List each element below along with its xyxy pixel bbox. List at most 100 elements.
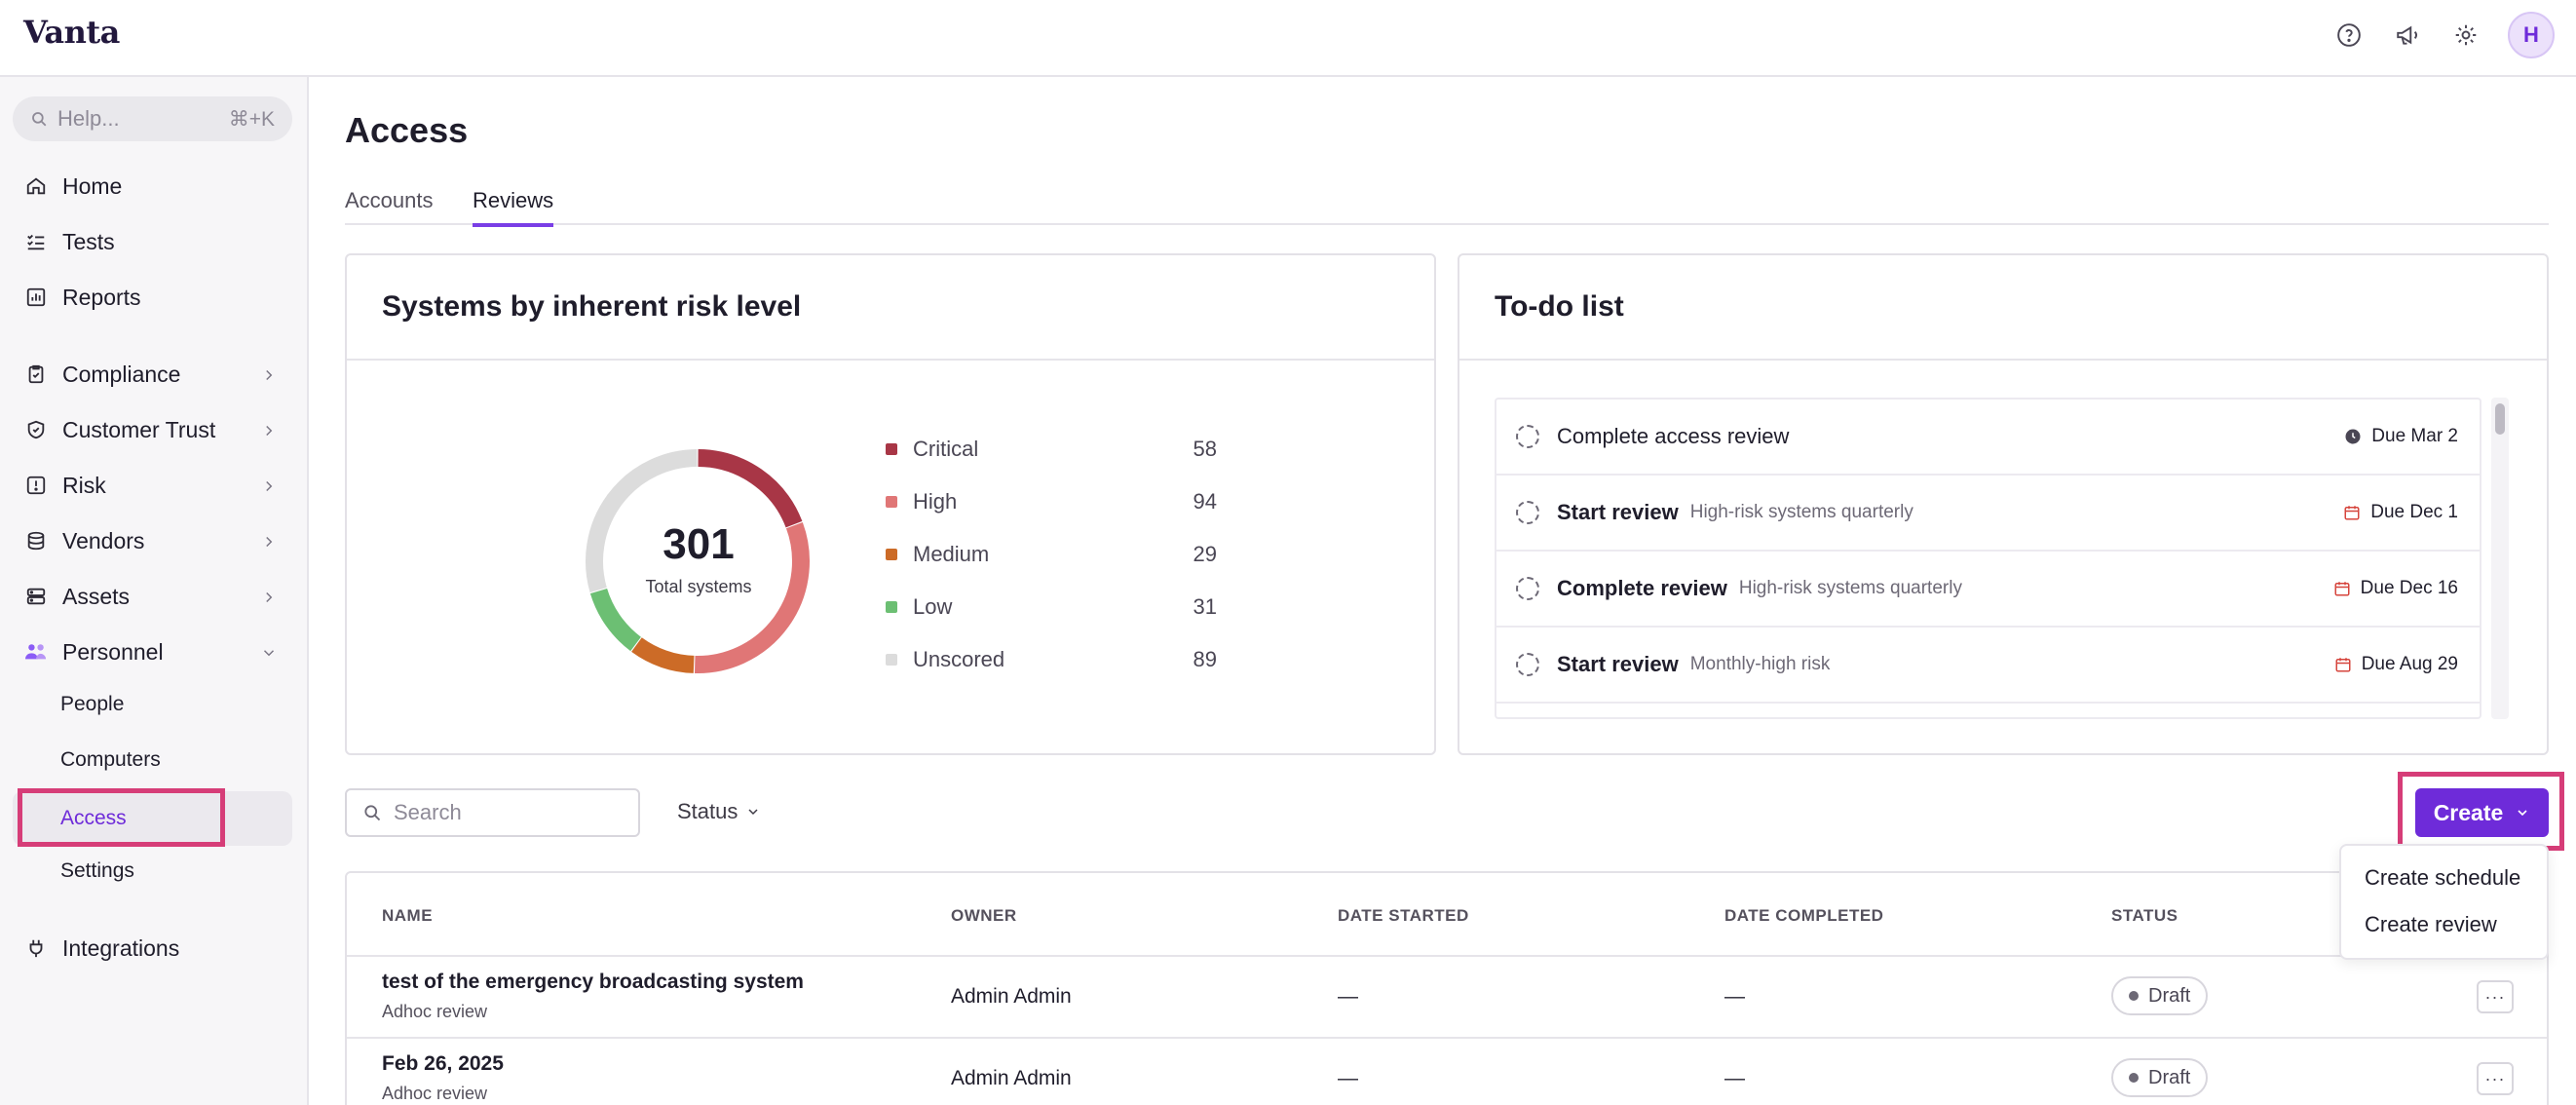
checklist-icon [23, 229, 49, 254]
review-name[interactable]: test of the emergency broadcasting syste… [382, 971, 804, 994]
chevron-down-icon [748, 809, 758, 816]
todo-title: Complete review [1557, 576, 1727, 600]
todo-item[interactable]: Start review High-risk systems quarterly… [1496, 476, 2480, 552]
sidebar-item-reports[interactable]: Reports [0, 273, 309, 322]
home-icon [23, 173, 49, 199]
chevron-right-icon [260, 363, 278, 390]
donut-slice-medium[interactable] [631, 637, 695, 673]
top-icons: H [2332, 12, 2555, 58]
todo-card-title: To-do list [1495, 290, 1624, 323]
status-badge: Draft [2111, 976, 2209, 1015]
access-highlight-box [18, 788, 225, 847]
todo-item[interactable]: Complete review High-risk systems quarte… [1496, 552, 2480, 628]
search-placeholder: Search [394, 800, 462, 824]
help-search[interactable]: Help... ⌘+K [13, 96, 292, 141]
todo-due-label: Due Dec 1 [2370, 502, 2458, 522]
todo-due-label: Due Aug 29 [2361, 654, 2458, 674]
donut-slice-critical[interactable] [698, 449, 803, 528]
help-icon[interactable] [2332, 19, 2366, 52]
sidebar-sub-people[interactable]: People [60, 683, 124, 726]
sidebar-sub-computers[interactable]: Computers [60, 739, 161, 781]
reviews-table: NAME OWNER DATE STARTED DATE COMPLETED S… [345, 871, 2549, 1105]
todo-item[interactable]: Complete access review Due Mar 2 [1496, 400, 2480, 476]
legend-value: 58 [1193, 437, 1217, 461]
donut-total: 301 [663, 520, 735, 568]
legend-swatch [886, 549, 897, 560]
todo-scrollbar[interactable] [2491, 398, 2509, 719]
chart-icon [23, 285, 49, 310]
column-header-date-started[interactable]: DATE STARTED [1338, 906, 1469, 926]
donut-slice-low[interactable] [589, 588, 642, 652]
todo-title: Start review [1557, 500, 1679, 524]
column-header-name[interactable]: NAME [382, 906, 433, 926]
sidebar-item-label: Integrations [62, 934, 180, 961]
sidebar-item-label: Assets [62, 583, 131, 609]
tab-accounts[interactable]: Accounts [345, 188, 434, 223]
chevron-right-icon [260, 530, 278, 556]
page-title: Access [345, 110, 469, 150]
legend-value: 89 [1193, 647, 1217, 671]
sidebar-item-assets[interactable]: Assets [0, 572, 309, 621]
row-more-button[interactable]: ··· [2477, 980, 2514, 1013]
sidebar: Help... ⌘+K Home Tests Reports Complianc… [0, 77, 309, 1105]
row-more-button[interactable]: ··· [2477, 1062, 2514, 1095]
sidebar-item-home[interactable]: Home [0, 162, 309, 210]
legend-label: Low [913, 594, 953, 619]
scrollbar-thumb[interactable] [2495, 403, 2505, 435]
todo-subtitle: Monthly-high risk [1689, 654, 1831, 674]
help-search-placeholder: Help... [57, 106, 120, 131]
top-bar: Vanta H [0, 0, 2576, 77]
search-input[interactable]: Search [345, 788, 640, 837]
risk-card-title: Systems by inherent risk level [382, 290, 802, 323]
shortcut-hint: ⌘+K [228, 107, 275, 131]
legend-item-high: High 94 [886, 487, 1217, 516]
legend-value: 31 [1193, 594, 1217, 619]
gear-icon[interactable] [2449, 19, 2482, 52]
todo-card: To-do list Complete access review Due Ma… [1458, 253, 2549, 755]
review-name[interactable]: Feb 26, 2025 [382, 1052, 504, 1076]
status-dot-icon [2129, 991, 2139, 1001]
chevron-right-icon [260, 475, 278, 501]
shield-icon [23, 417, 49, 442]
donut-total-label: Total systems [645, 577, 752, 596]
vanta-logo[interactable]: Vanta [23, 14, 120, 51]
sidebar-item-personnel[interactable]: Personnel [0, 628, 309, 676]
column-header-owner[interactable]: OWNER [951, 906, 1017, 926]
avatar[interactable]: H [2508, 12, 2555, 58]
chevron-right-icon [260, 419, 278, 445]
review-owner: Admin Admin [951, 1067, 1072, 1089]
column-header-date-completed[interactable]: DATE COMPLETED [1724, 906, 1883, 926]
sidebar-item-risk[interactable]: Risk [0, 461, 309, 510]
plug-icon [23, 935, 49, 961]
search-icon [364, 805, 381, 821]
sidebar-item-label: Compliance [62, 361, 181, 387]
sidebar-item-customer-trust[interactable]: Customer Trust [0, 405, 309, 454]
sidebar-item-vendors[interactable]: Vendors [0, 516, 309, 565]
todo-due-label: Due Mar 2 [2371, 426, 2458, 446]
server-icon [23, 584, 49, 609]
status-label: Draft [2148, 984, 2191, 1007]
sidebar-item-integrations[interactable]: Integrations [0, 924, 309, 972]
create-highlight-box [2398, 772, 2564, 851]
risk-legend: Critical 58 High 94 Medium 29 Low 31 Unscored 89 [886, 435, 1217, 688]
legend-item-unscored: Unscored 89 [886, 645, 1217, 674]
calendar-icon [2334, 582, 2350, 596]
megaphone-icon[interactable] [2391, 19, 2424, 52]
review-date-completed: — [1724, 1067, 1745, 1089]
menu-item-create-review[interactable]: Create review [2365, 912, 2497, 937]
todo-title: Complete access review [1557, 424, 1790, 448]
status-filter-dropdown[interactable]: Status [677, 799, 761, 824]
divider [347, 1037, 2547, 1039]
menu-item-create-schedule[interactable]: Create schedule [2365, 865, 2520, 891]
chevron-down-icon [260, 641, 278, 667]
legend-label: Unscored [913, 647, 1005, 671]
sidebar-item-label: Risk [62, 472, 106, 498]
tab-reviews[interactable]: Reviews [473, 188, 554, 227]
sidebar-sub-settings[interactable]: Settings [60, 850, 134, 893]
database-icon [23, 528, 49, 553]
sidebar-item-compliance[interactable]: Compliance [0, 350, 309, 399]
review-type: Adhoc review [382, 1002, 488, 1021]
column-header-status[interactable]: STATUS [2111, 906, 2178, 926]
todo-item[interactable]: Start review Monthly-high risk Due Aug 2… [1496, 628, 2480, 704]
sidebar-item-tests[interactable]: Tests [0, 217, 309, 266]
